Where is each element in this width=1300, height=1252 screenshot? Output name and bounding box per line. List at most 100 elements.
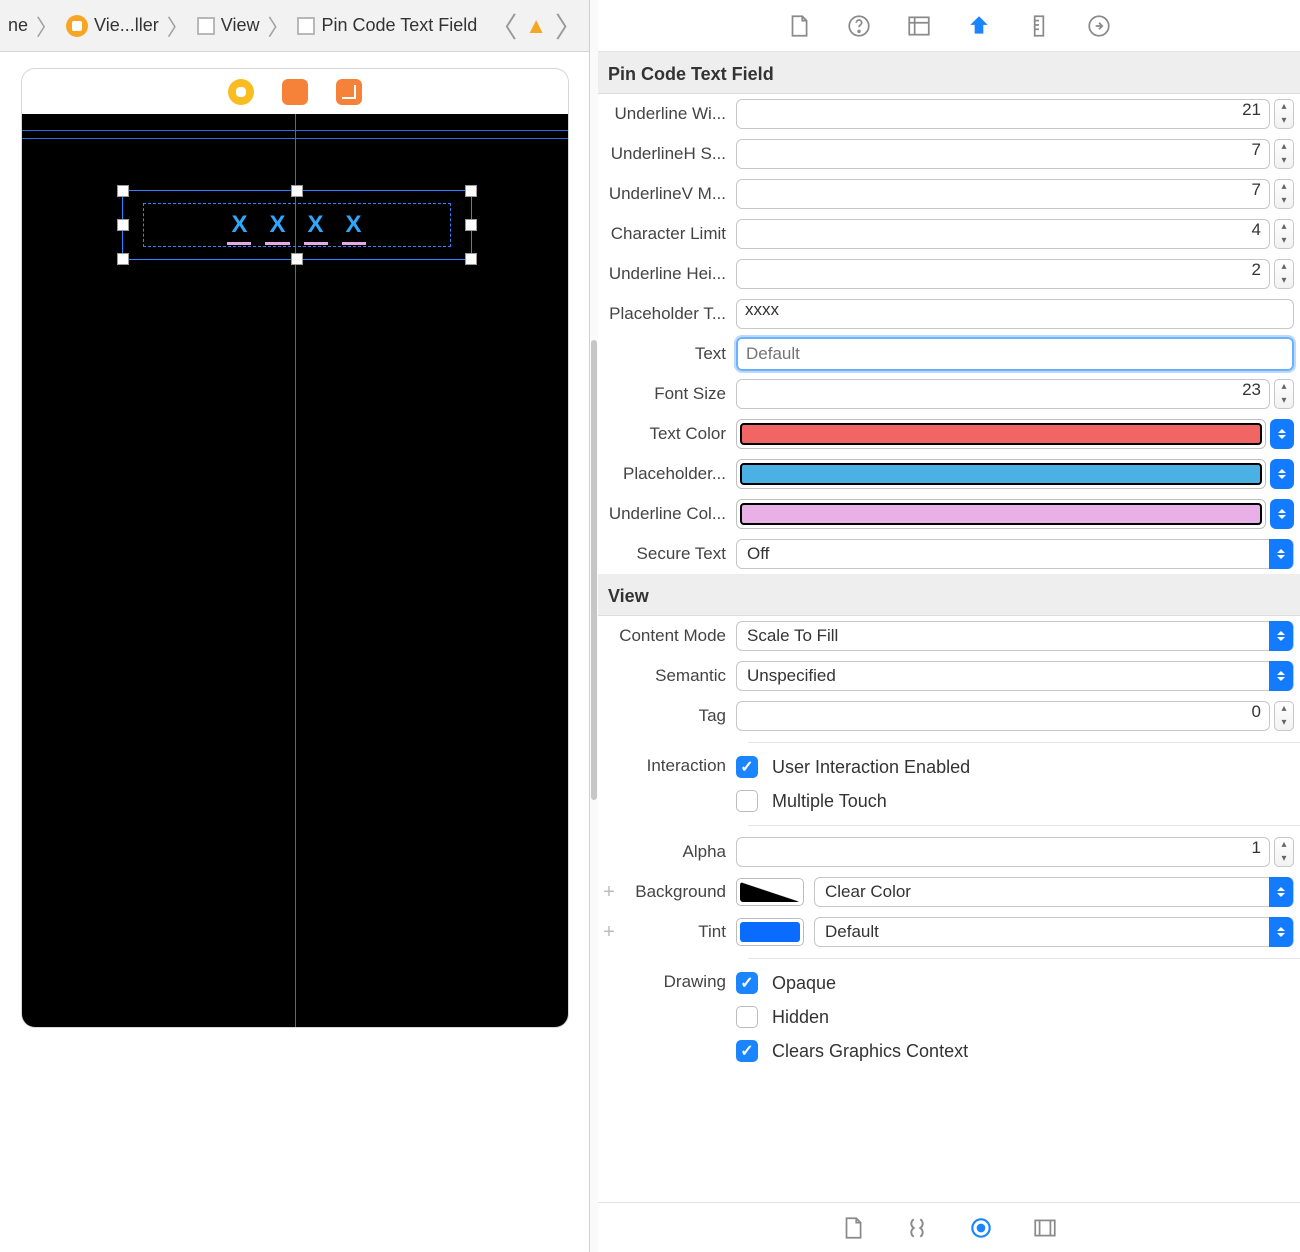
clears-graphics-checkbox[interactable] <box>736 1040 758 1062</box>
file-template-tab[interactable] <box>840 1215 866 1241</box>
tint-color-well[interactable] <box>736 918 804 946</box>
resize-handle[interactable] <box>117 219 129 231</box>
cube-icon[interactable] <box>282 79 308 105</box>
resize-handle[interactable] <box>465 185 477 197</box>
view-icon <box>297 17 315 35</box>
placeholder-char: X <box>269 211 285 239</box>
warning-icon[interactable]: ▲ <box>525 13 547 39</box>
user-interaction-checkbox[interactable] <box>736 756 758 778</box>
crumb-scene[interactable]: ne <box>6 15 30 36</box>
tint-select[interactable]: Default <box>814 917 1294 947</box>
crumb-pincode[interactable]: Pin Code Text Field <box>295 15 479 36</box>
prop-label: Text <box>598 344 736 364</box>
text-input[interactable] <box>736 337 1294 371</box>
scrollbar-thumb[interactable] <box>591 340 597 800</box>
prop-label: Content Mode <box>598 626 736 646</box>
placeholder-text-input[interactable]: xxxx <box>736 299 1294 329</box>
stop-icon[interactable] <box>228 79 254 105</box>
prop-label: Tag <box>598 706 736 726</box>
scene-toolbar <box>22 69 568 114</box>
underline-vmargin-input[interactable]: 7 <box>736 179 1270 209</box>
chevron-icon: 〉 <box>263 10 293 42</box>
add-icon[interactable]: + <box>598 881 620 904</box>
character-limit-input[interactable]: 4 <box>736 219 1270 249</box>
help-inspector-tab[interactable] <box>846 13 872 39</box>
placeholder-color-well[interactable] <box>736 459 1266 489</box>
underline-height-input[interactable]: 2 <box>736 259 1270 289</box>
media-library-tab[interactable] <box>1032 1215 1058 1241</box>
stepper[interactable]: ▴▾ <box>1274 139 1294 169</box>
resize-handle[interactable] <box>291 185 303 197</box>
stepper[interactable]: ▴▾ <box>1274 219 1294 249</box>
add-icon[interactable]: + <box>598 921 620 944</box>
identity-inspector-tab[interactable] <box>906 13 932 39</box>
underline-color-well[interactable] <box>736 499 1266 529</box>
background-color-well[interactable] <box>736 878 804 906</box>
inspector-tabbar <box>598 0 1300 52</box>
pincode-preview: X X X X <box>143 203 451 247</box>
text-color-well[interactable] <box>736 419 1266 449</box>
placeholder-char: X <box>231 211 247 239</box>
prev-issue-button[interactable]: 〈 <box>489 6 517 46</box>
color-dropdown[interactable] <box>1270 499 1294 529</box>
resize-handle[interactable] <box>465 253 477 265</box>
library-tabbar <box>598 1202 1300 1252</box>
canvas[interactable]: X X X X <box>0 52 589 1252</box>
resize-handle[interactable] <box>117 253 129 265</box>
divider <box>748 958 1300 959</box>
crumb-viewcontroller[interactable]: Vie...ller <box>64 15 161 37</box>
object-library-tab[interactable] <box>968 1215 994 1241</box>
semantic-select[interactable]: Unspecified <box>736 661 1294 691</box>
checkbox-label: Multiple Touch <box>772 791 887 812</box>
selection-box[interactable]: X X X X <box>122 190 472 260</box>
section-title: Pin Code Text Field <box>598 52 1300 94</box>
guide-horizontal <box>22 130 568 131</box>
stepper[interactable]: ▴▾ <box>1274 379 1294 409</box>
resize-handle[interactable] <box>117 185 129 197</box>
color-dropdown[interactable] <box>1270 419 1294 449</box>
font-size-input[interactable]: 23 <box>736 379 1270 409</box>
stepper[interactable]: ▴▾ <box>1274 179 1294 209</box>
resize-handle[interactable] <box>465 219 477 231</box>
crumb-view[interactable]: View <box>195 15 262 36</box>
prop-label: Font Size <box>598 384 736 404</box>
prop-label: Text Color <box>598 424 736 444</box>
code-snippet-tab[interactable] <box>904 1215 930 1241</box>
divider <box>748 742 1300 743</box>
resize-handle[interactable] <box>291 253 303 265</box>
stepper[interactable]: ▴▾ <box>1274 837 1294 867</box>
export-icon[interactable] <box>336 79 362 105</box>
alpha-input[interactable]: 1 <box>736 837 1270 867</box>
checkbox-label: Opaque <box>772 973 836 994</box>
hidden-checkbox[interactable] <box>736 1006 758 1028</box>
file-inspector-tab[interactable] <box>786 13 812 39</box>
multiple-touch-checkbox[interactable] <box>736 790 758 812</box>
device-frame: X X X X <box>21 68 569 1028</box>
view-icon <box>197 17 215 35</box>
opaque-checkbox[interactable] <box>736 972 758 994</box>
prop-label: Underline Col... <box>598 504 736 524</box>
prop-label: Underline Wi... <box>598 104 736 124</box>
background-select[interactable]: Clear Color <box>814 877 1294 907</box>
stepper[interactable]: ▴▾ <box>1274 701 1294 731</box>
divider <box>748 825 1300 826</box>
stepper[interactable]: ▴▾ <box>1274 259 1294 289</box>
color-dropdown[interactable] <box>1270 459 1294 489</box>
size-inspector-tab[interactable] <box>1026 13 1052 39</box>
underline-hspacing-input[interactable]: 7 <box>736 139 1270 169</box>
chevron-icon: 〉 <box>163 10 193 42</box>
device-screen[interactable]: X X X X <box>22 114 568 1027</box>
next-issue-button[interactable]: 〉 <box>555 6 583 46</box>
secure-text-select[interactable]: Off <box>736 539 1294 569</box>
attributes-inspector-tab[interactable] <box>966 13 992 39</box>
content-mode-select[interactable]: Scale To Fill <box>736 621 1294 651</box>
connections-inspector-tab[interactable] <box>1086 13 1112 39</box>
pane-divider[interactable] <box>590 0 598 1252</box>
guide-horizontal <box>22 138 568 139</box>
prop-label: Drawing <box>598 968 736 992</box>
prop-label: Background <box>620 882 736 902</box>
stepper[interactable]: ▴▾ <box>1274 99 1294 129</box>
tag-input[interactable]: 0 <box>736 701 1270 731</box>
checkbox-label: Clears Graphics Context <box>772 1041 968 1062</box>
underline-width-input[interactable]: 21 <box>736 99 1270 129</box>
